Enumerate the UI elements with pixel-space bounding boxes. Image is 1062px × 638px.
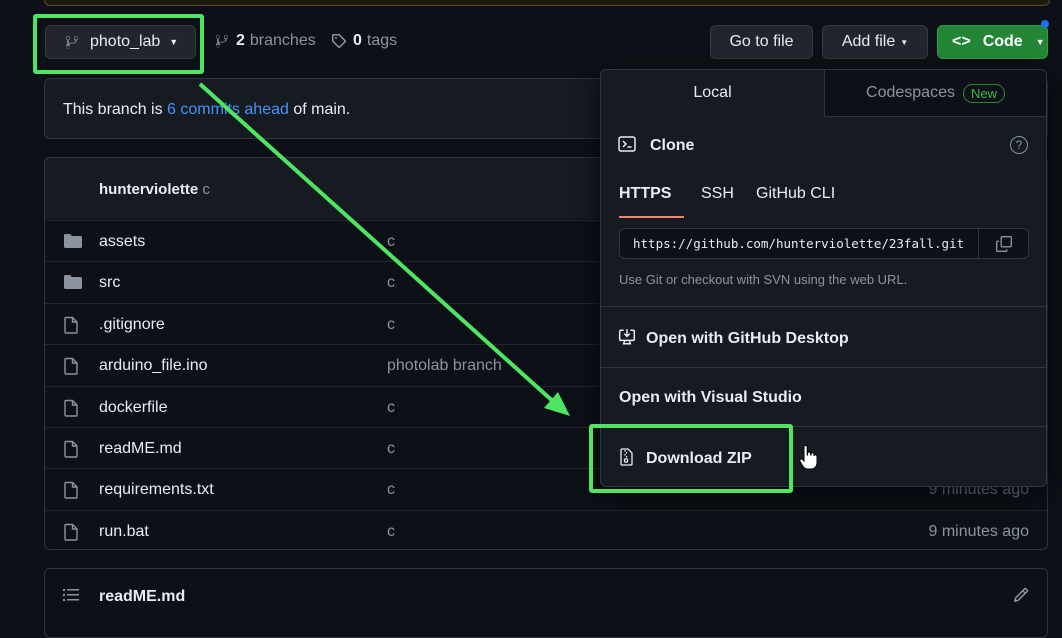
file-name-link[interactable]: requirements.txt	[99, 481, 214, 499]
commit-message-link[interactable]: c	[387, 440, 395, 458]
commit-message-link[interactable]: c	[387, 274, 395, 292]
tags-label: tags	[366, 32, 398, 49]
open-vs-label: Open with Visual Studio	[619, 389, 802, 406]
git-branch-icon	[216, 34, 228, 48]
table-row[interactable]: run.bat c 9 minutes ago	[45, 509, 1047, 552]
tab-local[interactable]: Local	[601, 70, 825, 116]
copy-icon[interactable]	[978, 229, 1029, 258]
file-name-link[interactable]: dockerfile	[99, 399, 167, 417]
code-dropdown-panel: Local Codespaces New Clone ? HTTPS SSH G…	[600, 69, 1047, 487]
tab-local-label: Local	[693, 84, 732, 101]
code-brackets-icon: <>	[952, 33, 971, 50]
subtab-github-cli[interactable]: GitHub CLI	[756, 185, 835, 203]
question-help-icon[interactable]: ?	[1010, 136, 1028, 154]
desktop-download-icon	[618, 328, 636, 350]
branch-selector-button[interactable]: photo_lab ▼	[45, 25, 196, 59]
clone-url-input[interactable]	[620, 229, 978, 258]
clone-title: Clone	[650, 137, 695, 154]
branch-status-text: This branch is 6 commits ahead of main.	[63, 101, 350, 119]
readme-box: readME.md	[44, 568, 1048, 638]
code-button[interactable]: <> Code ▼	[937, 25, 1048, 59]
notification-dot	[1041, 20, 1049, 28]
list-icon[interactable]	[63, 587, 79, 607]
terminal-icon	[618, 136, 636, 156]
subtab-active-underline	[619, 216, 684, 218]
file-icon	[63, 481, 79, 503]
file-icon	[63, 523, 79, 545]
file-name-link[interactable]: run.bat	[99, 523, 149, 541]
commit-message-link[interactable]: c	[387, 523, 395, 541]
file-icon	[63, 440, 79, 462]
readme-title[interactable]: readME.md	[99, 588, 185, 606]
file-icon	[63, 357, 79, 379]
open-desktop-label: Open with GitHub Desktop	[646, 330, 849, 347]
add-file-button[interactable]: Add file ▼	[822, 25, 928, 59]
file-name-link[interactable]: arduino_file.ino	[99, 357, 208, 375]
subtab-ssh-label: SSH	[701, 185, 734, 202]
commit-message-link[interactable]: c	[387, 316, 395, 334]
commit-message-link[interactable]: c	[387, 233, 395, 251]
branch-status-prefix: This branch is	[63, 101, 168, 118]
go-to-file-label: Go to file	[729, 33, 794, 50]
clone-hint: Use Git or checkout with SVN using the w…	[619, 272, 908, 287]
branch-status-suffix: of main.	[288, 101, 351, 118]
commit-message[interactable]: c	[202, 181, 210, 198]
branches-link[interactable]: 2 branches	[214, 32, 316, 50]
branch-name: photo_lab	[90, 33, 161, 50]
git-branch-icon	[65, 35, 78, 49]
file-icon	[63, 399, 79, 421]
branches-count: 2	[236, 32, 245, 49]
open-with-github-desktop-item[interactable]: Open with GitHub Desktop	[601, 307, 1046, 367]
clone-url-field	[619, 228, 1029, 259]
go-to-file-button[interactable]: Go to file	[710, 25, 813, 59]
subtab-ssh[interactable]: SSH	[701, 185, 734, 203]
add-file-label: Add file	[841, 33, 896, 50]
tag-icon	[332, 34, 346, 48]
file-zip-icon	[620, 448, 634, 470]
tags-count: 0	[353, 32, 362, 49]
file-name-link[interactable]: assets	[99, 233, 145, 251]
file-name-link[interactable]: src	[99, 274, 120, 292]
commit-message-link[interactable]: c	[387, 481, 395, 499]
top-banner-edge	[44, 0, 1050, 6]
download-zip-item[interactable]: Download ZIP	[601, 427, 1046, 486]
file-name-link[interactable]: .gitignore	[99, 316, 165, 334]
edit-pencil-icon[interactable]	[1013, 587, 1029, 607]
tab-codespaces-label: Codespaces	[866, 84, 955, 101]
chevron-down-icon: ▼	[1035, 37, 1045, 47]
chevron-down-icon: ▼	[900, 37, 909, 47]
folder-icon	[63, 274, 83, 294]
file-name-link[interactable]: readME.md	[99, 440, 182, 458]
chevron-down-icon: ▼	[169, 37, 179, 47]
commits-ahead-link[interactable]: 6 commits ahead	[167, 101, 289, 118]
commit-message-link[interactable]: photolab branch	[387, 357, 502, 375]
hand-cursor-icon	[799, 445, 817, 470]
file-icon	[63, 316, 79, 338]
download-zip-label: Download ZIP	[646, 450, 752, 467]
tags-link[interactable]: 0 tags	[331, 32, 397, 50]
open-with-visual-studio-item[interactable]: Open with Visual Studio	[601, 368, 1046, 426]
subtab-github-cli-label: GitHub CLI	[756, 185, 836, 202]
commit-time: 9 minutes ago	[928, 522, 1029, 540]
new-badge: New	[962, 83, 1005, 103]
commit-author[interactable]: hunterviolette	[99, 181, 198, 198]
subtab-https-label: HTTPS	[619, 185, 672, 202]
tab-codespaces[interactable]: Codespaces New	[825, 70, 1046, 117]
folder-icon	[63, 233, 83, 253]
branches-label: branches	[249, 32, 316, 49]
commit-message-link[interactable]: c	[387, 399, 395, 417]
code-label: Code	[982, 33, 1023, 50]
subtab-https[interactable]: HTTPS	[619, 185, 671, 203]
